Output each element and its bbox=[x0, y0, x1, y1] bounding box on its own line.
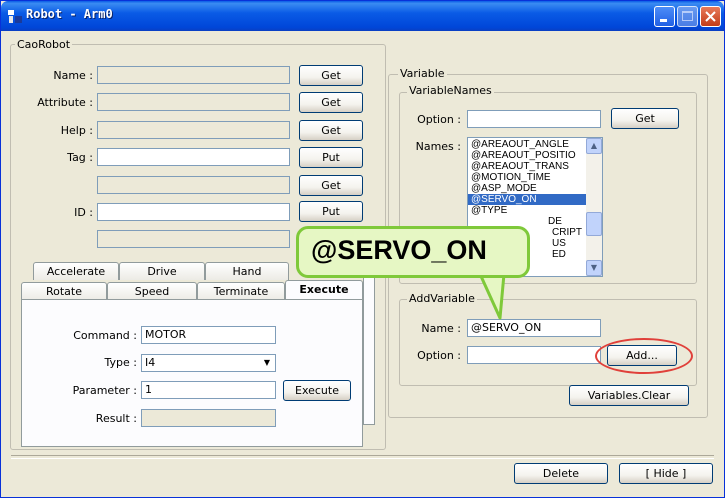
tab-speed[interactable]: Speed bbox=[107, 282, 197, 300]
names-scrollbar[interactable]: ▲ ▼ bbox=[586, 138, 602, 276]
tab-terminate[interactable]: Terminate bbox=[197, 282, 285, 300]
names-get-button[interactable]: Get bbox=[611, 108, 679, 129]
id-label: ID : bbox=[74, 206, 93, 219]
help-field bbox=[97, 121, 290, 139]
names-label: Names : bbox=[415, 140, 461, 153]
tab-rotate[interactable]: Rotate bbox=[21, 282, 107, 300]
command-input[interactable]: MOTOR bbox=[141, 326, 276, 344]
result-label: Result : bbox=[95, 412, 137, 425]
tag-get-button[interactable]: Get bbox=[299, 175, 363, 196]
parameter-label: Parameter : bbox=[72, 384, 137, 397]
caorobot-legend: CaoRobot bbox=[15, 38, 73, 51]
tab-execute[interactable]: Execute bbox=[285, 280, 363, 300]
minimize-button[interactable] bbox=[654, 6, 675, 27]
command-label: Command : bbox=[73, 329, 137, 342]
close-icon bbox=[705, 11, 716, 22]
attribute-field bbox=[97, 93, 290, 111]
name-label: Name : bbox=[53, 69, 93, 82]
scroll-thumb[interactable] bbox=[586, 212, 602, 236]
maximize-icon bbox=[682, 11, 693, 21]
type-label: Type : bbox=[104, 356, 137, 369]
delete-button[interactable]: Delete bbox=[514, 463, 608, 484]
variablenames-legend: VariableNames bbox=[407, 84, 494, 97]
scroll-down-icon[interactable]: ▼ bbox=[586, 260, 602, 276]
id-put-button[interactable]: Put bbox=[299, 201, 363, 222]
tag-read-field bbox=[97, 176, 290, 194]
list-item[interactable]: @AREAOUT_TRANS bbox=[468, 161, 602, 172]
tab-panel-back bbox=[363, 259, 375, 425]
minimize-icon bbox=[660, 19, 667, 22]
id-input[interactable] bbox=[97, 203, 290, 221]
robot-app-icon bbox=[8, 10, 22, 23]
execute-tab-panel: Command : MOTOR Type : I4 ▼ Parameter : … bbox=[21, 299, 363, 447]
list-item[interactable]: @AREAOUT_POSITIO bbox=[468, 150, 602, 161]
add-option-label: Option : bbox=[417, 349, 461, 362]
execute-button[interactable]: Execute bbox=[283, 380, 351, 401]
window-title: Robot - Arm0 bbox=[26, 7, 113, 21]
name-get-button[interactable]: Get bbox=[299, 65, 363, 86]
callout-pointer bbox=[476, 270, 510, 320]
highlight-ring bbox=[595, 338, 693, 374]
help-get-button[interactable]: Get bbox=[299, 120, 363, 141]
title-bar[interactable]: Robot - Arm0 bbox=[1, 1, 724, 31]
type-select[interactable]: I4 ▼ bbox=[141, 354, 276, 372]
names-option-label: Option : bbox=[417, 113, 461, 126]
tag-input[interactable] bbox=[97, 148, 290, 166]
list-item[interactable]: @ASP_MODE bbox=[468, 183, 602, 194]
variable-legend: Variable bbox=[398, 67, 447, 80]
maximize-button[interactable] bbox=[677, 6, 698, 27]
list-item[interactable]: @TYPE bbox=[468, 205, 602, 216]
footer-separator bbox=[11, 455, 714, 459]
list-item-selected[interactable]: @SERVO_ON bbox=[468, 194, 602, 205]
add-name-label: Name : bbox=[421, 322, 461, 335]
list-item[interactable]: @MOTION_TIME bbox=[468, 172, 602, 183]
callout-text: @SERVO_ON bbox=[311, 235, 487, 265]
names-option-input[interactable] bbox=[467, 110, 601, 128]
attribute-label: Attribute : bbox=[37, 96, 93, 109]
scroll-up-icon[interactable]: ▲ bbox=[586, 138, 602, 154]
type-value: I4 bbox=[145, 356, 156, 369]
tab-drive[interactable]: Drive bbox=[119, 262, 205, 280]
add-option-input[interactable] bbox=[467, 346, 601, 364]
callout-bubble: @SERVO_ON bbox=[296, 226, 530, 278]
tab-hand[interactable]: Hand bbox=[205, 262, 289, 280]
tag-put-button[interactable]: Put bbox=[299, 147, 363, 168]
variables-clear-button[interactable]: Variables.Clear bbox=[569, 385, 689, 406]
id-read-field bbox=[97, 230, 290, 248]
parameter-input[interactable]: 1 bbox=[141, 381, 276, 399]
addvariable-legend: AddVariable bbox=[407, 292, 477, 305]
hide-button[interactable]: [ Hide ] bbox=[619, 463, 713, 484]
tag-label: Tag : bbox=[67, 151, 93, 164]
attribute-get-button[interactable]: Get bbox=[299, 92, 363, 113]
name-field bbox=[97, 66, 290, 84]
chevron-down-icon[interactable]: ▼ bbox=[260, 356, 274, 370]
close-button[interactable] bbox=[700, 6, 721, 27]
tab-accelerate[interactable]: Accelerate bbox=[33, 262, 119, 280]
result-field bbox=[141, 409, 276, 427]
help-label: Help : bbox=[60, 124, 93, 137]
list-item[interactable]: @AREAOUT_ANGLE bbox=[468, 139, 602, 150]
